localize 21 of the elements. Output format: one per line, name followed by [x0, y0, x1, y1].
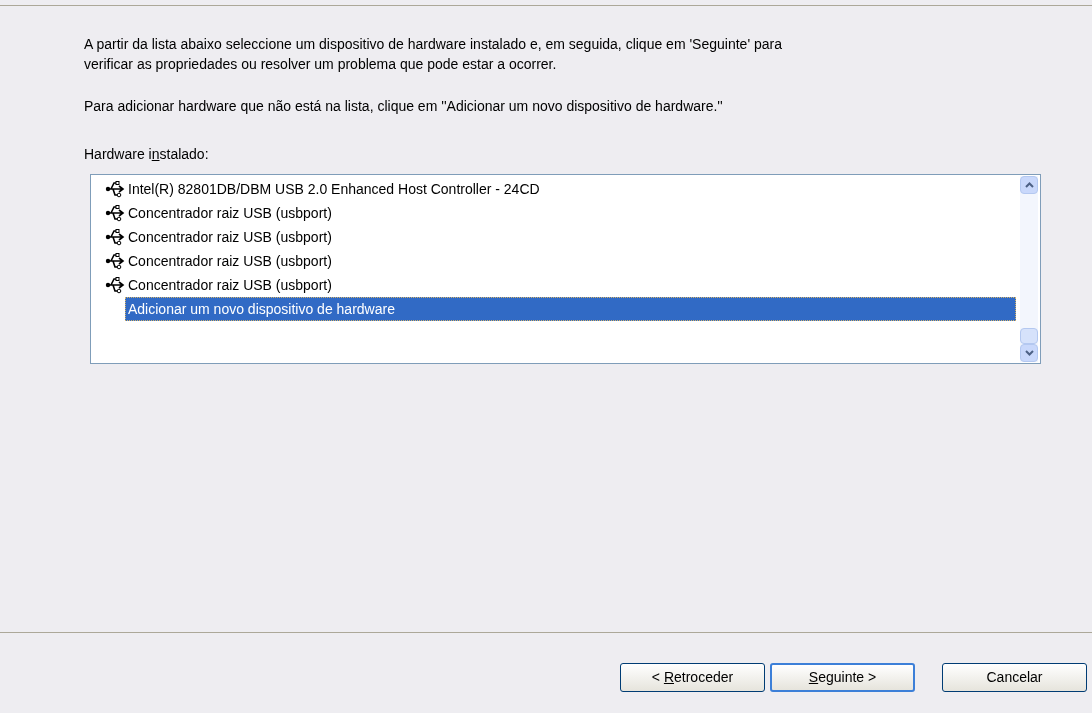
- wizard-button[interactable]: < Retroceder: [620, 662, 765, 692]
- scroll-down-button[interactable]: [1020, 344, 1038, 362]
- wizard-button[interactable]: Cancelar: [942, 662, 1087, 692]
- list-label: Hardware instalado:: [84, 145, 209, 164]
- list-item[interactable]: Concentrador raiz USB (usbport): [125, 225, 333, 249]
- usb-icon: [105, 228, 125, 246]
- instructions-text: A partir da lista abaixo seleccione um dispositivo de hardware instalado e, em seguida, clique em 'Seguinte' para verificar as propriedades ou resolver um problema que pode estar a ocorrer.: [84, 35, 783, 74]
- list-item[interactable]: Concentrador raiz USB (usbport): [125, 249, 333, 273]
- list-item[interactable]: Concentrador raiz USB (usbport): [125, 273, 333, 297]
- usb-icon: [105, 276, 125, 294]
- scroll-thumb[interactable]: [1020, 328, 1038, 344]
- usb-icon: [105, 204, 125, 222]
- add-hardware-hint: Para adicionar hardware que não está na lista, clique em ''Adicionar um novo dispositivo de hardware.'': [84, 97, 724, 116]
- scroll-up-button[interactable]: [1020, 176, 1038, 194]
- wizard-button[interactable]: Seguinte >: [770, 662, 915, 692]
- list-item[interactable]: Concentrador raiz USB (usbport): [125, 201, 333, 225]
- usb-icon: [105, 180, 125, 198]
- list-item[interactable]: Intel(R) 82801DB/DBM USB 2.0 Enhanced Host Controller - 24CD: [125, 177, 541, 201]
- usb-icon: [105, 252, 125, 270]
- list-item[interactable]: Adicionar um novo dispositivo de hardware: [125, 297, 1016, 321]
- scrollbar[interactable]: [1020, 176, 1038, 362]
